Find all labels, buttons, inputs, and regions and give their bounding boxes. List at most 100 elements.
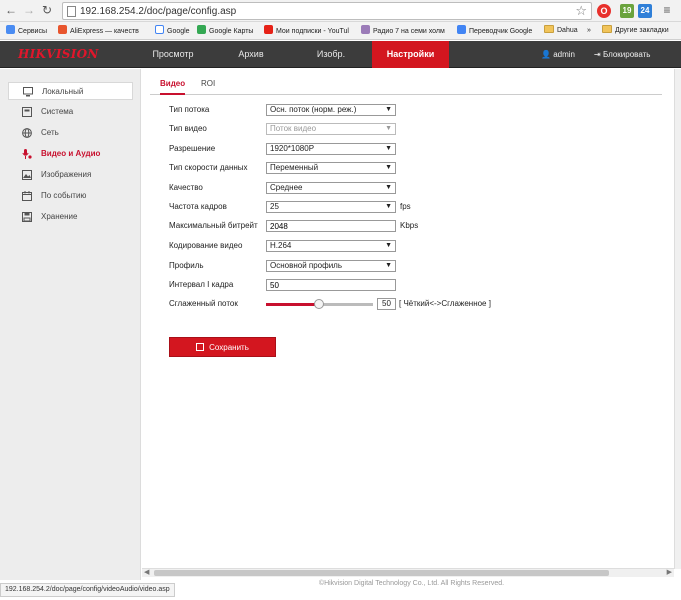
translate-icon — [457, 25, 466, 34]
dropdown-arrow-icon: ▼ — [385, 184, 392, 191]
video-type-label: Тип видео — [169, 124, 207, 133]
aliexpress-icon — [58, 25, 67, 34]
system-icon — [22, 107, 32, 117]
extension-badge-icon[interactable]: 19 — [620, 4, 634, 18]
monitor-icon — [23, 87, 33, 97]
smoothing-hint: [ Чёткий<->Сглаженное ] — [399, 299, 491, 308]
i-frame-input[interactable] — [270, 280, 390, 290]
bookmark-folder[interactable]: Dahua — [544, 25, 578, 37]
logo-part: HIK — [18, 47, 47, 61]
copyright-footer: ©Hikvision Digital Technology Co., Ltd. … — [318, 580, 505, 587]
smoothing-label: Сглаженный поток — [169, 299, 238, 308]
dropdown-arrow-icon: ▼ — [385, 262, 392, 269]
bookmark-label: Google Карты — [209, 28, 254, 35]
bitrate-type-label: Тип скорости данных — [169, 163, 248, 172]
bookmark-star-icon[interactable]: ☆ — [575, 3, 587, 19]
bookmarks-overflow[interactable]: » — [587, 25, 591, 37]
bookmark-item[interactable]: AliExpress — качеств — [58, 25, 144, 37]
profile-select[interactable]: Основной профиль ▼ — [266, 260, 396, 272]
dropdown-arrow-icon: ▼ — [385, 242, 392, 249]
tab-picture[interactable]: Изобр. — [298, 41, 364, 68]
encoding-select[interactable]: H.264 ▼ — [266, 240, 396, 252]
subtab-roi[interactable]: ROI — [201, 79, 215, 95]
stream-type-select[interactable]: Осн. поток (норм. реж.) ▼ — [266, 104, 396, 116]
smoothing-slider-rest[interactable] — [321, 303, 373, 306]
folder-icon — [602, 25, 612, 33]
logout-button[interactable]: ⇥ Блокировать — [594, 41, 650, 68]
vertical-scrollbar[interactable] — [674, 69, 681, 569]
smoothing-value[interactable]: 50 — [377, 298, 396, 310]
resolution-select[interactable]: 1920*1080P ▼ — [266, 143, 396, 155]
sidebar-item-local[interactable]: Локальный — [8, 82, 133, 100]
max-bitrate-input[interactable] — [270, 221, 390, 231]
sidebar-item-label: Видео и Аудио — [41, 149, 101, 158]
bookmark-label: Google — [167, 28, 190, 35]
radio-icon — [361, 25, 370, 34]
stream-type-label: Тип потока — [169, 105, 210, 114]
user-menu[interactable]: 👤 admin — [541, 41, 575, 68]
bitrate-type-select[interactable]: Переменный ▼ — [266, 162, 396, 174]
sidebar: Локальный Система Сеть Видео и Аудио Изо… — [0, 69, 141, 580]
event-calendar-icon — [22, 191, 32, 201]
opera-extension-icon[interactable]: O — [597, 4, 611, 18]
select-value: H.264 — [270, 241, 292, 250]
tab-live-view[interactable]: Просмотр — [140, 41, 206, 68]
menu-icon[interactable]: ≡ — [660, 3, 674, 17]
bookmark-label: » — [587, 27, 591, 34]
sidebar-item-system[interactable]: Система — [8, 103, 133, 121]
logo-part: VISION — [46, 47, 99, 61]
frame-rate-select[interactable]: 25 ▼ — [266, 201, 396, 213]
save-button[interactable]: Сохранить — [169, 337, 276, 357]
select-value: 1920*1080P — [270, 144, 315, 153]
user-icon: 👤 — [541, 50, 551, 59]
address-bar[interactable]: ☆ — [62, 2, 592, 20]
sidebar-item-video-audio[interactable]: Видео и Аудио — [8, 145, 133, 163]
browser-status-bar: 192.168.254.2/doc/page/config/videoAudio… — [0, 583, 175, 597]
network-globe-icon — [22, 128, 32, 138]
tab-configuration[interactable]: Настройки — [372, 41, 449, 68]
bookmark-label: Сервисы — [18, 28, 48, 35]
scroll-left-icon[interactable]: ◀ — [144, 568, 149, 576]
select-value: Поток видео — [270, 124, 317, 133]
bookmark-item[interactable]: Google — [155, 25, 190, 37]
quality-select[interactable]: Среднее ▼ — [266, 182, 396, 194]
username: admin — [553, 50, 575, 59]
youtube-icon — [264, 25, 273, 34]
page-icon — [67, 6, 76, 17]
hikvision-logo: HIKVISION — [18, 47, 99, 61]
sidebar-item-storage[interactable]: Хранение — [8, 208, 133, 226]
bookmark-item[interactable]: Переводчик Google — [457, 25, 532, 37]
subtab-video[interactable]: Видео — [160, 79, 186, 95]
horizontal-scrollbar[interactable]: ◀ ▶ — [142, 568, 674, 577]
frame-rate-unit: fps — [400, 202, 411, 211]
reload-icon[interactable]: ↻ — [40, 3, 54, 17]
bookmarks-bar: Сервисы AliExpress — качеств Google Goog… — [0, 22, 681, 40]
sidebar-item-label: Сеть — [41, 128, 59, 137]
google-maps-icon — [197, 25, 206, 34]
browser-toolbar: ← → ↻ ☆ O 19 24 ≡ — [0, 0, 681, 22]
back-arrow-icon[interactable]: ← — [4, 3, 18, 17]
max-bitrate-field[interactable] — [266, 220, 396, 232]
scroll-right-icon[interactable]: ▶ — [667, 568, 672, 576]
bookmark-item[interactable]: Сервисы — [6, 25, 47, 37]
smoothing-slider-handle[interactable] — [314, 299, 324, 309]
forward-arrow-icon[interactable]: → — [22, 3, 36, 17]
encoding-label: Кодирование видео — [169, 241, 243, 250]
sidebar-item-image[interactable]: Изображения — [8, 166, 133, 184]
sidebar-item-network[interactable]: Сеть — [8, 124, 133, 142]
scrollbar-thumb[interactable] — [154, 570, 609, 576]
bookmark-item[interactable]: Google Карты — [197, 25, 253, 37]
url-input[interactable] — [80, 4, 560, 18]
tab-playback[interactable]: Архив — [218, 41, 284, 68]
i-frame-field[interactable] — [266, 279, 396, 291]
bookmark-item[interactable]: Радио 7 на семи холм — [361, 25, 451, 37]
bookmark-folder[interactable]: Другие закладки — [602, 25, 669, 37]
logout-icon: ⇥ — [594, 50, 601, 59]
extension-24-icon[interactable]: 24 — [638, 4, 652, 18]
dropdown-arrow-icon: ▼ — [385, 203, 392, 210]
bookmark-item[interactable]: Мои подписки - YouTul — [264, 25, 356, 37]
resolution-label: Разрешение — [169, 144, 216, 153]
folder-icon — [544, 25, 554, 33]
sidebar-item-event[interactable]: По событию — [8, 187, 133, 205]
config-panel: Видео ROI Тип потока Осн. поток (норм. р… — [142, 69, 674, 569]
